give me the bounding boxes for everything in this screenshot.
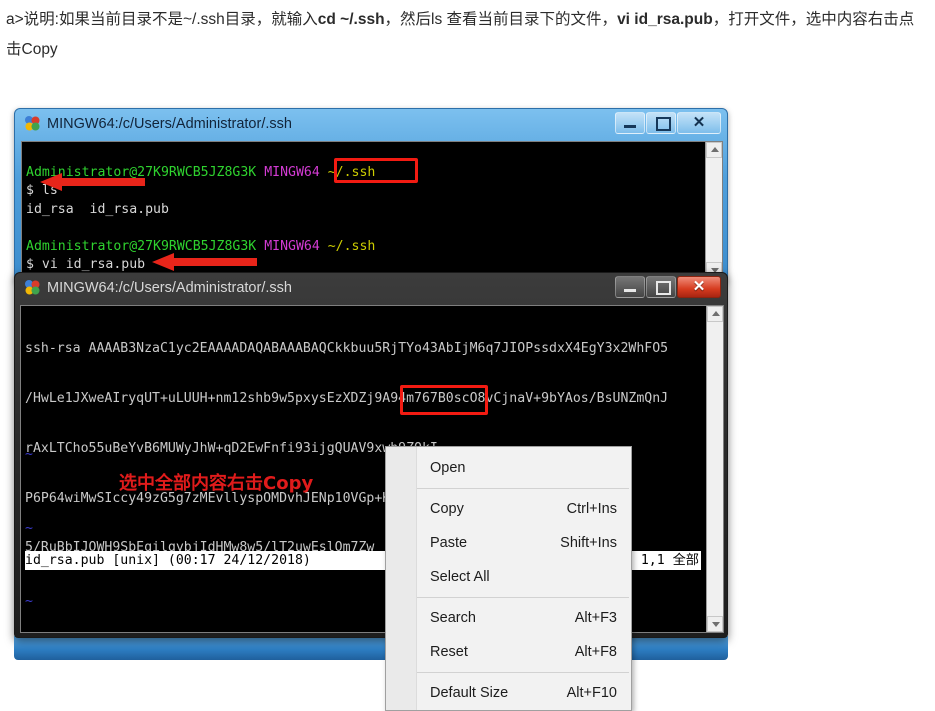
desktop-area: MINGW64:/c/Users/Administrator/.ssh ✕ Ad… — [0, 100, 935, 711]
key-line-2: /HwLe1JXweAIryqUT+uLUUH+nm12shb9w5pxysEz… — [25, 390, 669, 406]
scroll-up-arrow-vi[interactable] — [707, 306, 723, 322]
menu-item-copy[interactable]: Copy Ctrl+Ins — [386, 492, 631, 526]
menu-separator-2 — [416, 597, 629, 598]
terminal-ls-output: id_rsa id_rsa.pub — [26, 201, 169, 217]
menu-item-reset-shortcut: Alt+F8 — [574, 644, 617, 660]
menu-item-copy-label: Copy — [430, 501, 464, 517]
window-controls-vi[interactable]: ✕ — [614, 276, 721, 298]
menu-item-search[interactable]: Search Alt+F3 — [386, 601, 631, 635]
terminal-window-bash[interactable]: MINGW64:/c/Users/Administrator/.ssh ✕ Ad… — [14, 108, 728, 283]
window-title-vi: MINGW64:/c/Users/Administrator/.ssh — [47, 280, 292, 296]
scrollbar-vi[interactable] — [706, 306, 723, 632]
close-button-vi[interactable]: ✕ — [677, 276, 721, 298]
menu-item-reset[interactable]: Reset Alt+F8 — [386, 635, 631, 669]
titlebar-vi[interactable]: MINGW64:/c/Users/Administrator/.ssh ✕ — [15, 273, 727, 303]
menu-item-default-size[interactable]: Default Size Alt+F10 — [386, 676, 631, 710]
terminal-output-bash: Administrator@27K9RWCB5JZ8G3K MINGW64 ~/… — [26, 164, 375, 182]
menu-item-paste[interactable]: Paste Shift+Ins — [386, 526, 631, 560]
instruction-prefix: a>说明:如果当前目录不是~/.ssh目录，就输入 — [6, 11, 318, 28]
key-line-1: ssh-rsa AAAAB3NzaC1yc2EAAAADAQABAAABAQCk… — [25, 341, 669, 357]
menu-item-search-shortcut: Alt+F3 — [574, 610, 617, 626]
mintty-icon-vi — [24, 279, 41, 296]
context-menu[interactable]: Open Copy Ctrl+Ins Paste Shift+Ins Selec… — [385, 446, 632, 711]
menu-item-copy-shortcut: Ctrl+Ins — [566, 501, 617, 517]
scrollbar-bash[interactable] — [705, 142, 722, 278]
menu-item-reset-label: Reset — [430, 644, 468, 660]
menu-item-paste-label: Paste — [430, 535, 468, 551]
titlebar-bash[interactable]: MINGW64:/c/Users/Administrator/.ssh ✕ — [15, 109, 727, 139]
menu-item-select-all[interactable]: Select All — [386, 560, 631, 594]
mintty-icon — [24, 115, 41, 132]
menu-separator-3 — [416, 672, 629, 673]
terminal-client-bash[interactable]: Administrator@27K9RWCB5JZ8G3K MINGW64 ~/… — [21, 141, 723, 279]
maximize-button-vi[interactable] — [646, 276, 676, 298]
minimize-button-bash[interactable] — [615, 112, 645, 134]
minimize-button-vi[interactable] — [615, 276, 645, 298]
menu-item-default-size-label: Default Size — [430, 685, 509, 701]
vi-tilde: ~ — [25, 520, 33, 536]
instruction-mid-1: ，然后ls 查看当前目录下的文件， — [384, 11, 618, 28]
prompt-shell-2: MINGW64 — [264, 238, 320, 254]
instruction-command-vi: vi id_rsa.pub — [617, 11, 713, 28]
scroll-down-arrow-vi[interactable] — [707, 616, 723, 632]
prompt-user-2: Administrator@27K9RWCB5JZ8G3K — [26, 238, 257, 254]
menu-item-paste-shortcut: Shift+Ins — [560, 535, 617, 551]
instruction-command-cd: cd ~/.ssh — [317, 11, 385, 28]
terminal-prompt-2: Administrator@27K9RWCB5JZ8G3K MINGW64 ~/… — [26, 238, 375, 256]
vi-status-position: 1,1 全部 — [640, 553, 699, 568]
instruction-paragraph: a>说明:如果当前目录不是~/.ssh目录，就输入cd ~/.ssh，然后ls … — [6, 5, 928, 65]
terminal-command-ls: $ ls — [26, 183, 58, 199]
menu-separator-1 — [416, 488, 629, 489]
menu-item-select-all-label: Select All — [430, 569, 490, 585]
menu-item-open[interactable]: Open — [386, 451, 631, 485]
window-title-bash: MINGW64:/c/Users/Administrator/.ssh — [47, 116, 292, 132]
window-controls-bash[interactable]: ✕ — [614, 112, 721, 134]
prompt-path-1: ~/.ssh — [327, 165, 376, 180]
maximize-button-bash[interactable] — [646, 112, 676, 134]
vi-status-file: id_rsa.pub [unix] (00:17 24/12/2018) — [25, 553, 311, 568]
prompt-user-1: Administrator@27K9RWCB5JZ8G3K — [26, 165, 257, 180]
prompt-path-2: ~/.ssh — [327, 238, 376, 254]
prompt-shell-1: MINGW64 — [264, 165, 320, 180]
scroll-up-arrow-bash[interactable] — [706, 142, 722, 158]
menu-item-open-label: Open — [430, 460, 466, 476]
menu-item-default-size-shortcut: Alt+F10 — [566, 685, 617, 701]
annotation-select-all-copy: 选中全部内容右击Copy — [119, 473, 314, 494]
close-button-bash[interactable]: ✕ — [677, 112, 721, 134]
vi-tilde: ~ — [25, 447, 33, 462]
menu-item-search-label: Search — [430, 610, 476, 626]
